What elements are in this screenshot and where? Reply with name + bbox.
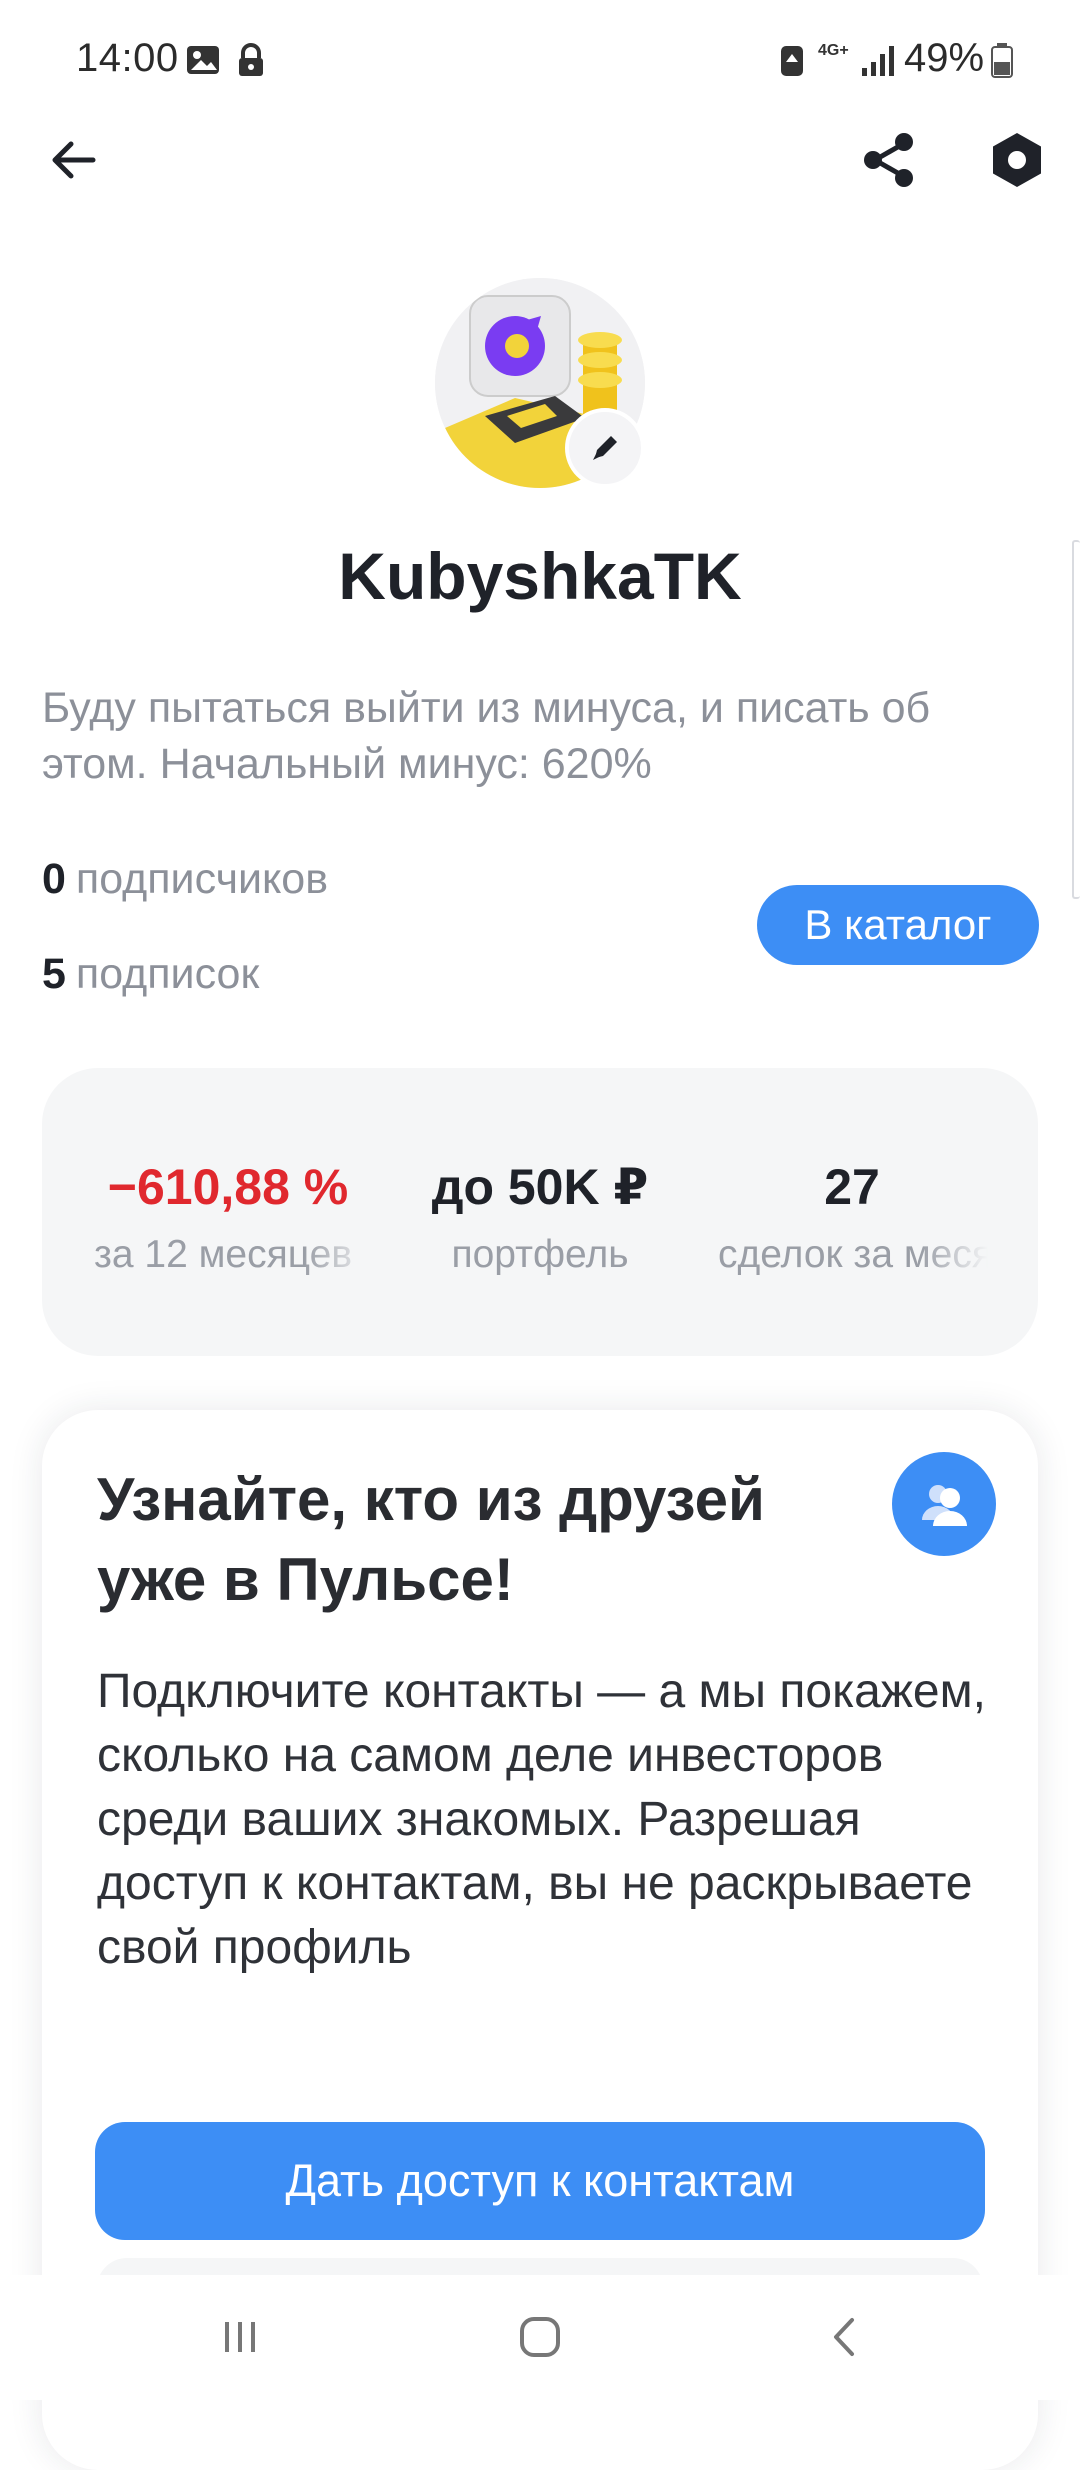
metric-portfolio-label: портфель bbox=[451, 1233, 629, 1276]
lock-icon bbox=[231, 40, 271, 80]
invite-title: Узнайте, кто из друзей уже в Пульсе! bbox=[97, 1466, 765, 1613]
profile-bio: Буду пытаться выйти из минуса, и писать … bbox=[42, 684, 931, 788]
signal-icon bbox=[858, 40, 898, 80]
metrics-card: −610,88 % за 12 месяцев до 50K ₽ портфел… bbox=[42, 1068, 1038, 1356]
gallery-icon bbox=[183, 40, 223, 80]
edit-avatar-button[interactable] bbox=[565, 408, 645, 488]
metric-portfolio-value: до 50K ₽ bbox=[431, 1159, 649, 1215]
home-icon bbox=[520, 2317, 560, 2357]
network-type: 4G+ bbox=[818, 42, 849, 59]
invite-body: Подключите контакты — а мы покажем, скол… bbox=[97, 1665, 986, 1974]
share-button[interactable] bbox=[844, 115, 934, 205]
recents-icon bbox=[225, 2322, 255, 2352]
battery-icon bbox=[982, 40, 1022, 80]
home-button[interactable] bbox=[495, 2297, 585, 2377]
scroll-indicator bbox=[1072, 540, 1080, 899]
catalog-button[interactable]: В каталог bbox=[757, 885, 1039, 965]
followers-stat[interactable]: 0 подписчиков bbox=[42, 855, 328, 904]
profile-username: KubyshkaTK bbox=[338, 539, 742, 613]
system-back-button[interactable] bbox=[800, 2297, 890, 2377]
following-count: 5 bbox=[42, 950, 66, 998]
metric-return-label: за 12 месяцев bbox=[94, 1233, 353, 1276]
followers-count: 0 bbox=[42, 855, 66, 903]
back-button[interactable] bbox=[28, 115, 118, 205]
grant-contacts-access-button[interactable]: Дать доступ к контактам bbox=[95, 2122, 985, 2240]
contacts-icon bbox=[892, 1452, 996, 1556]
settings-button[interactable] bbox=[972, 115, 1062, 205]
system-back-icon bbox=[834, 2318, 854, 2356]
metric-return-value: −610,88 % bbox=[107, 1159, 349, 1215]
system-navigation-bar bbox=[0, 2275, 1080, 2400]
share-icon bbox=[864, 133, 913, 187]
following-label: подписок bbox=[75, 950, 260, 998]
battery-percent: 49% bbox=[904, 36, 985, 80]
status-time: 14:00 bbox=[76, 36, 179, 80]
arrow-left-icon bbox=[52, 141, 96, 179]
metric-deals-label: сделок за месяц bbox=[718, 1233, 988, 1276]
battery-saver-icon bbox=[772, 40, 812, 80]
pencil-icon bbox=[593, 436, 617, 460]
following-stat[interactable]: 5 подписок bbox=[42, 950, 259, 999]
status-bar: 14:00 4G+ 49% bbox=[0, 0, 1080, 120]
followers-label: подписчиков bbox=[75, 855, 329, 903]
metric-deals-value: 27 bbox=[824, 1159, 880, 1215]
recents-button[interactable] bbox=[195, 2297, 285, 2377]
hexagon-settings-icon bbox=[993, 133, 1041, 187]
